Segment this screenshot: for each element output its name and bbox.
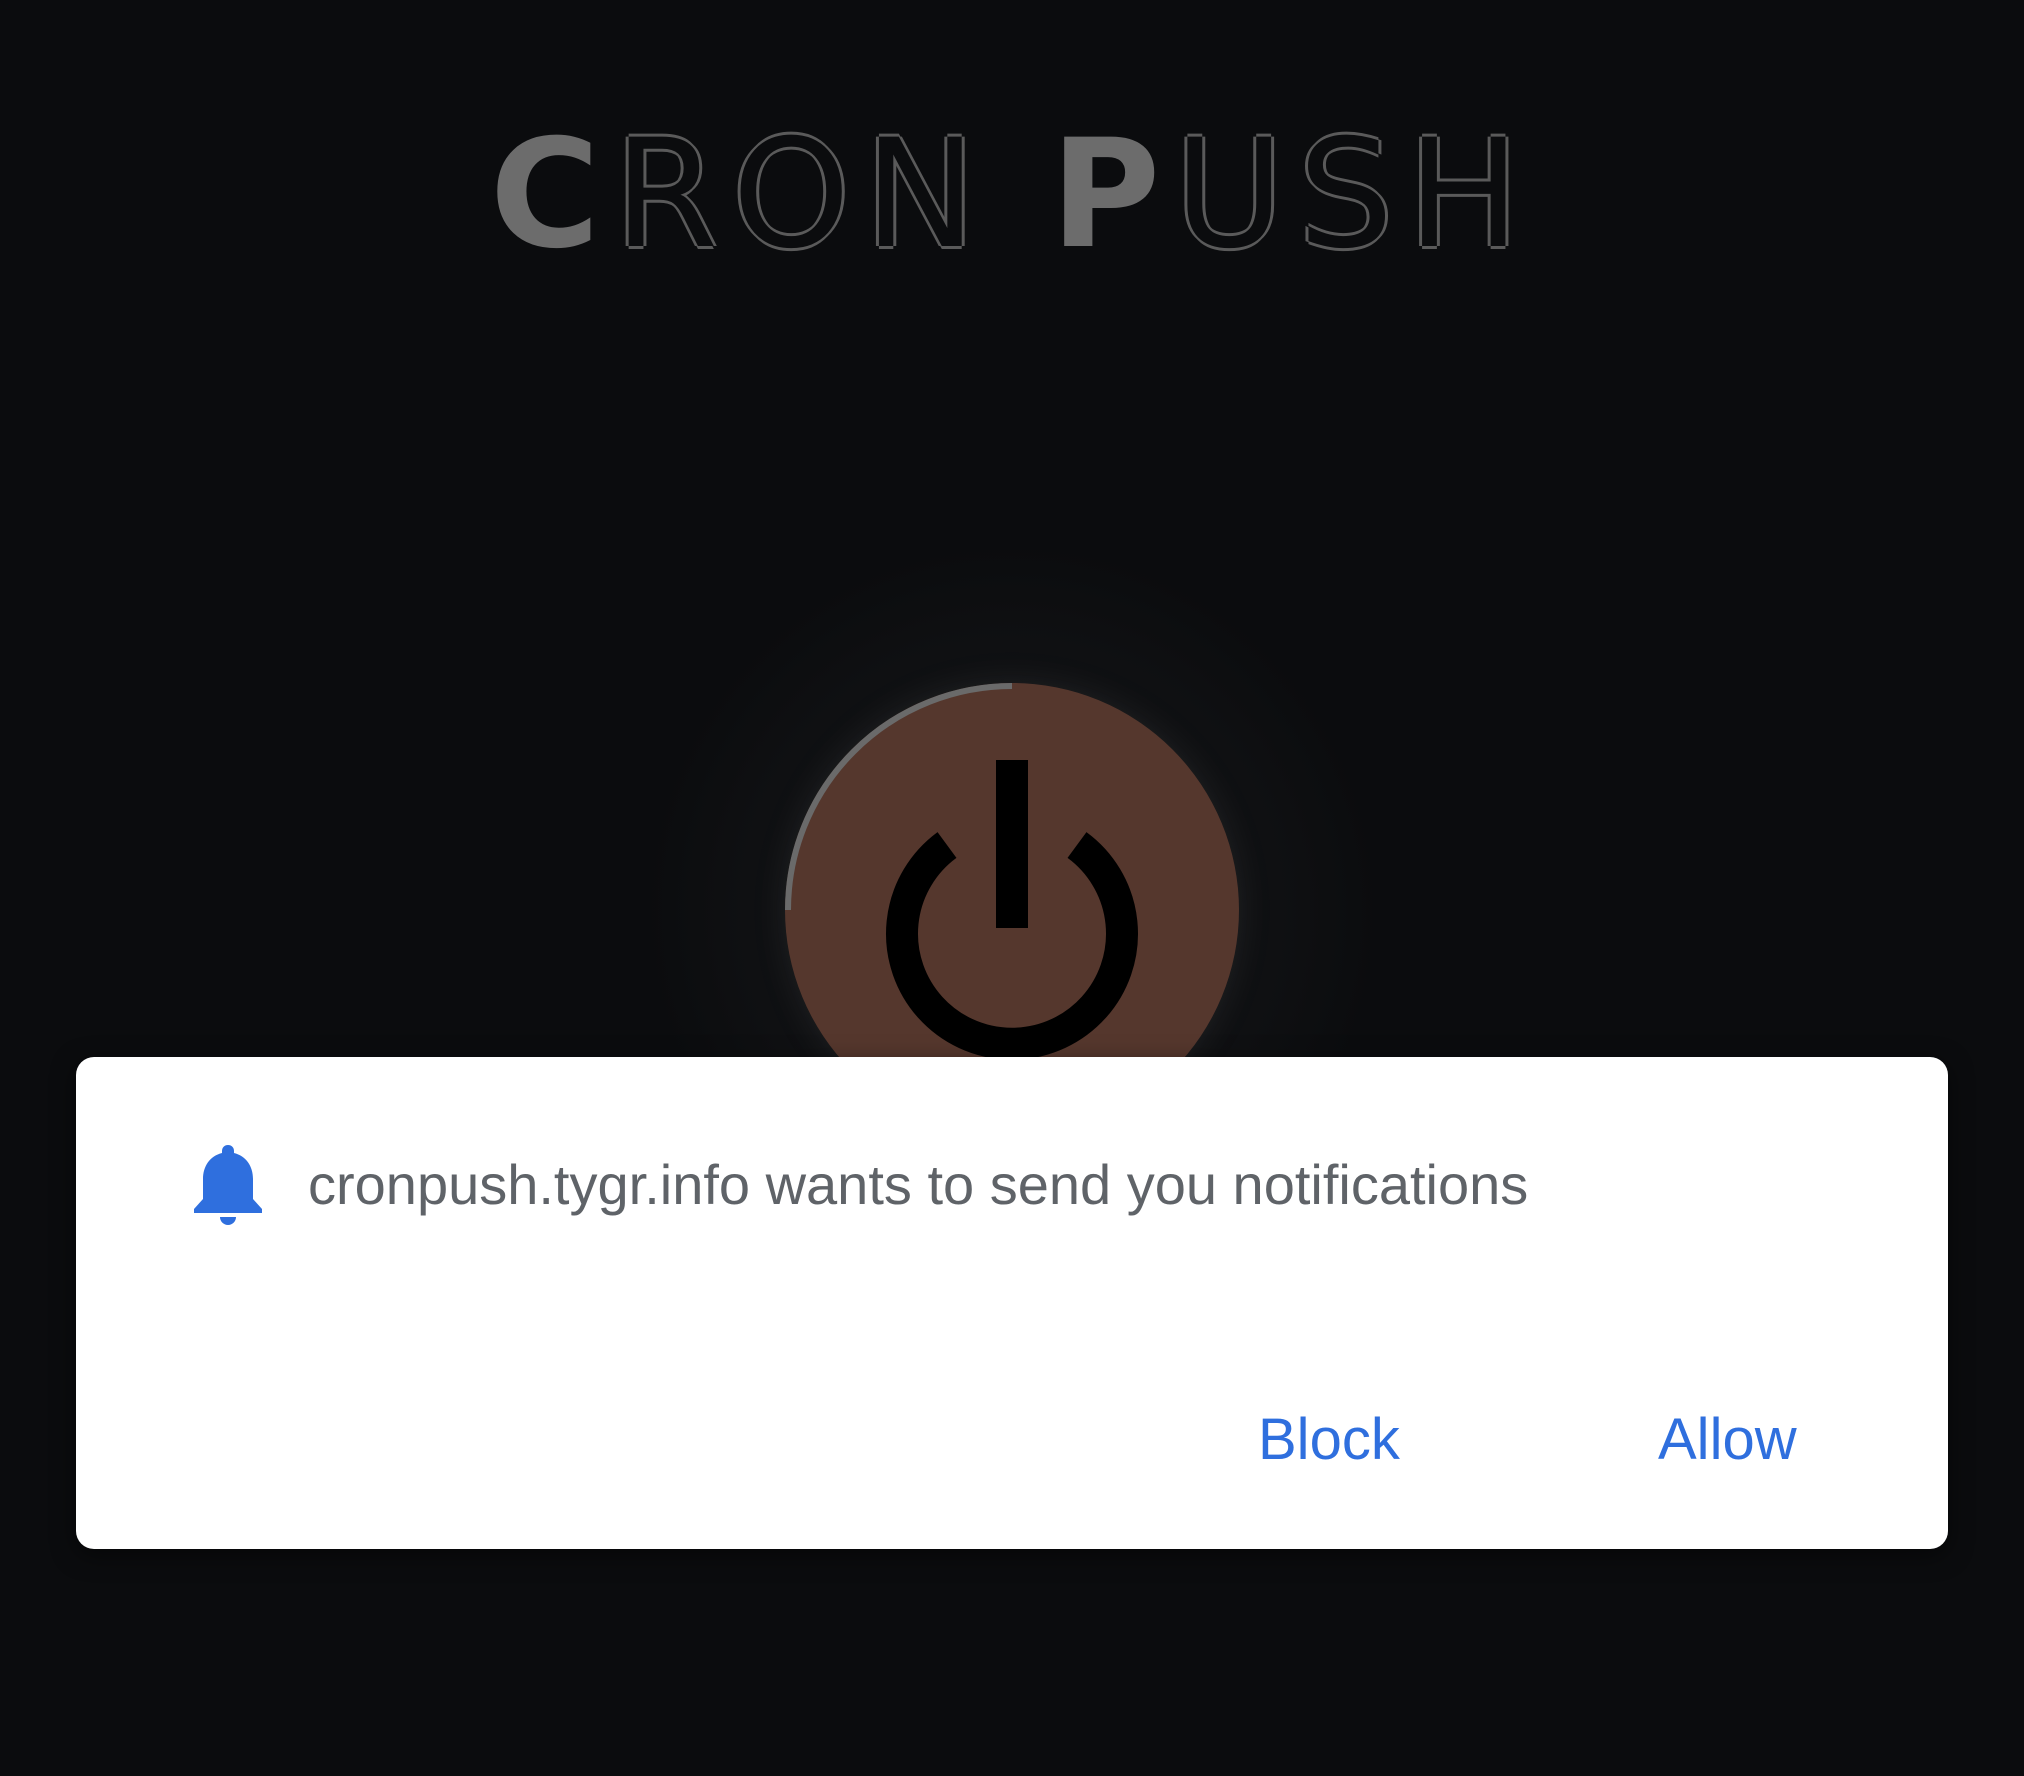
logo-letter-c: C	[489, 108, 614, 282]
app-screen: CRON PUSH cronpush.tygr.info wants to sen…	[0, 0, 2024, 1776]
app-logo: CRON PUSH	[0, 120, 2024, 270]
notification-permission-dialog: cronpush.tygr.info wants to send you not…	[76, 1057, 1948, 1549]
logo-text-ush: USH	[1174, 108, 1535, 282]
power-icon	[886, 760, 1138, 1060]
logo-text-ron: RON	[613, 108, 991, 282]
permission-message: cronpush.tygr.info wants to send you not…	[308, 1153, 1529, 1216]
block-button[interactable]: Block	[1258, 1405, 1400, 1475]
allow-button[interactable]: Allow	[1658, 1405, 1797, 1475]
bell-icon	[194, 1145, 262, 1225]
logo-letter-p: P	[1050, 108, 1175, 282]
